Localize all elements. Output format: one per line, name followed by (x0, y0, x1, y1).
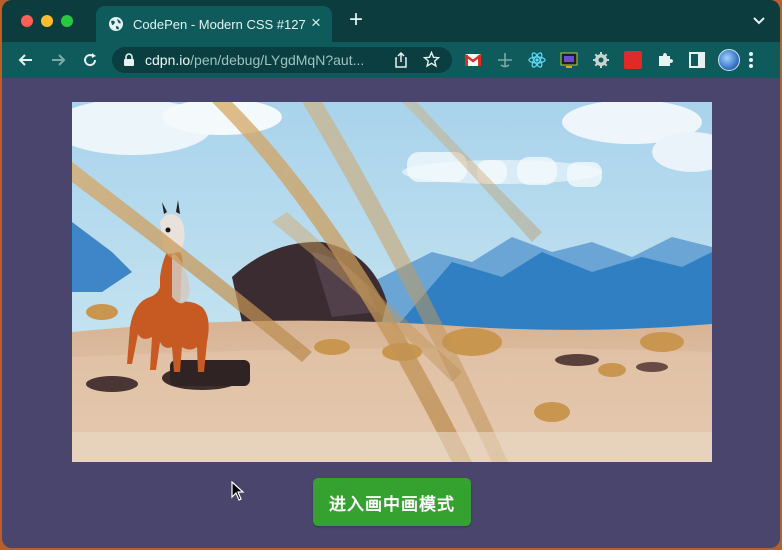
monitor-icon[interactable] (560, 51, 578, 69)
gear-icon[interactable] (592, 51, 610, 69)
url-text: cdpn.io/pen/debug/LYgdMqN?aut... (145, 52, 367, 68)
back-arrow-icon[interactable] (16, 50, 36, 70)
tab-title: CodePen - Modern CSS #127 (133, 16, 306, 32)
desert-llama-scene (72, 102, 712, 462)
video-player[interactable] (72, 102, 712, 462)
browser-window: CodePen - Modern CSS #127 × + cdpn.io/pe… (2, 0, 780, 548)
address-bar[interactable]: cdpn.io/pen/debug/LYgdMqN?aut... (112, 47, 452, 73)
lock-icon (124, 53, 134, 66)
tab-strip: CodePen - Modern CSS #127 × + (2, 0, 780, 42)
forward-arrow-icon[interactable] (48, 50, 68, 70)
new-tab-button[interactable]: + (345, 8, 367, 32)
chevron-down-icon[interactable] (752, 14, 766, 28)
page-content: 进入画中画模式 (2, 78, 780, 548)
reload-icon[interactable] (80, 50, 100, 70)
url-path: /pen/debug/LYgdMqN?aut... (190, 52, 365, 68)
browser-toolbar: cdpn.io/pen/debug/LYgdMqN?aut... (2, 42, 780, 78)
close-window-button[interactable] (21, 15, 33, 27)
mouse-cursor-icon (231, 481, 245, 501)
enter-pip-button[interactable]: 进入画中画模式 (313, 478, 471, 526)
more-menu-icon[interactable] (748, 52, 754, 68)
red-square-icon[interactable] (624, 51, 642, 69)
bookmark-anchor-icon[interactable] (496, 51, 514, 69)
active-tab[interactable]: CodePen - Modern CSS #127 × (96, 6, 332, 42)
tab-close-icon[interactable]: × (308, 14, 324, 32)
sidebar-icon[interactable] (688, 51, 706, 69)
react-icon[interactable] (528, 51, 546, 69)
gmail-icon[interactable] (464, 51, 482, 69)
url-host: cdpn.io (145, 52, 191, 68)
share-icon[interactable] (393, 52, 409, 68)
star-icon[interactable] (423, 51, 440, 68)
minimize-window-button[interactable] (41, 15, 53, 27)
globe-icon (108, 16, 124, 32)
puzzle-icon[interactable] (656, 51, 674, 69)
profile-avatar[interactable] (718, 49, 740, 71)
maximize-window-button[interactable] (61, 15, 73, 27)
